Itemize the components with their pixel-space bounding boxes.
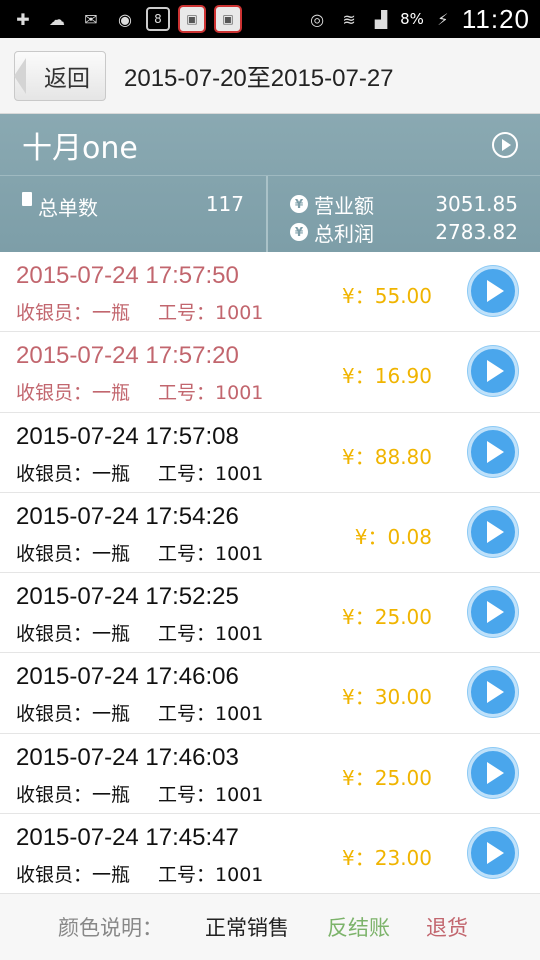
signal-icon: ▟ [374, 9, 388, 29]
order-cashier: 收银员：一瓶 工号：1001 [16, 539, 263, 566]
profit-label: 总利润 [314, 221, 374, 246]
store-row[interactable]: 十月one [0, 114, 540, 176]
wifi-icon: ≋ [342, 9, 356, 29]
order-cashier: 收银员：一瓶 工号：1001 [16, 860, 263, 887]
header-bar: 返回 2015-07-20至2015-07-27 [0, 38, 540, 114]
order-row[interactable]: 2015-07-24 17:46:06 收银员：一瓶 工号：1001 ¥：30.0… [0, 653, 540, 734]
notification-count-icon: 8 [146, 7, 170, 31]
revenue-stat: ¥ 营业额 3051.85 [290, 190, 518, 218]
cashier-name: 收银员：一瓶 [16, 542, 131, 565]
order-amount: ¥：23.00 [342, 846, 432, 871]
order-row[interactable]: 2015-07-24 17:54:26 收银员：一瓶 工号：1001 ¥：0.08 [0, 493, 540, 574]
revenue-label: 营业额 [314, 193, 374, 218]
order-cashier: 收银员：一瓶 工号：1001 [16, 780, 263, 807]
stats-row: 总单数 117 ¥ 营业额 3051.85 ¥ 总利润 2783.82 [0, 176, 540, 252]
revenue-value: 3051.85 [435, 192, 518, 216]
play-circle-icon[interactable] [468, 426, 518, 477]
order-count-stat: 总单数 117 [0, 176, 268, 252]
order-datetime: 2015-07-24 17:46:03 [16, 743, 239, 771]
legend-title: 颜色说明： [58, 916, 163, 940]
order-count-value: 117 [205, 192, 244, 216]
employee-number: 工号：1001 [158, 462, 264, 485]
order-datetime: 2015-07-24 17:45:47 [16, 824, 239, 852]
add-icon: ✚ [16, 9, 30, 29]
summary-panel: 十月one 总单数 117 ¥ 营业额 3051.85 ¥ 总利润 2783.8… [0, 114, 540, 252]
back-button[interactable]: 返回 [14, 50, 106, 101]
eye-icon: ◎ [310, 9, 325, 29]
order-datetime: 2015-07-24 17:46:06 [16, 663, 239, 691]
play-circle-icon[interactable] [468, 266, 518, 316]
employee-number: 工号：1001 [158, 864, 264, 887]
page-title: 2015-07-20至2015-07-27 [124, 65, 394, 92]
order-datetime: 2015-07-24 17:54:26 [16, 502, 239, 530]
order-row[interactable]: 2015-07-24 17:57:50 收银员：一瓶 工号：1001 ¥：55.0… [0, 252, 540, 333]
order-amount: ¥：25.00 [342, 605, 432, 630]
order-list: 2015-07-24 17:57:50 收银员：一瓶 工号：1001 ¥：55.0… [0, 252, 540, 895]
employee-number: 工号：1001 [158, 382, 264, 405]
order-row[interactable]: 2015-07-24 17:52:25 收银员：一瓶 工号：1001 ¥：25.0… [0, 573, 540, 654]
cashier-name: 收银员：一瓶 [16, 623, 131, 646]
battery-charging-icon: ⚡ [437, 9, 449, 29]
order-cashier: 收银员：一瓶 工号：1001 [16, 699, 263, 726]
app-notification-icon-2: ▣ [214, 5, 242, 33]
cashier-name: 收银员：一瓶 [16, 302, 131, 324]
order-cashier: 收银员：一瓶 工号：1001 [16, 619, 263, 646]
cashier-name: 收银员：一瓶 [16, 864, 131, 887]
order-count-label: 总单数 [38, 196, 98, 220]
order-datetime: 2015-07-24 17:57:20 [16, 342, 239, 370]
play-circle-icon[interactable] [468, 747, 518, 798]
employee-number: 工号：1001 [158, 542, 264, 565]
play-circle-icon[interactable] [492, 131, 518, 158]
legend-refund: 退货 [426, 916, 468, 940]
document-icon [22, 192, 32, 206]
order-amount: ¥：55.00 [342, 284, 432, 308]
money-stats: ¥ 营业额 3051.85 ¥ 总利润 2783.82 [268, 176, 540, 252]
profit-stat: ¥ 总利润 2783.82 [290, 218, 518, 246]
store-name: 十月one [22, 130, 138, 166]
battery-percent: 8% [400, 10, 424, 28]
order-cashier: 收银员：一瓶 工号：1001 [16, 378, 263, 405]
weather-icon: ☁ [49, 9, 65, 29]
browser-icon: ◉ [118, 9, 132, 29]
cashier-name: 收银员：一瓶 [16, 462, 131, 485]
cashier-name: 收银员：一瓶 [16, 703, 131, 726]
order-amount: ¥：16.90 [342, 364, 432, 389]
status-bar: ✚ ☁ ✉ ◉ 8 ▣ ▣ ◎ ≋ ▟ 8% ⚡ 11:20 [0, 0, 540, 38]
order-amount: ¥：30.00 [342, 685, 432, 710]
order-cashier: 收银员：一瓶 工号：1001 [16, 298, 263, 325]
color-legend: 颜色说明： 正常销售 反结账 退货 [0, 893, 540, 960]
profit-value: 2783.82 [435, 220, 518, 244]
mail-icon: ✉ [84, 9, 98, 29]
employee-number: 工号：1001 [158, 783, 264, 806]
order-amount: ¥：25.00 [342, 765, 432, 790]
order-datetime: 2015-07-24 17:57:50 [16, 262, 239, 289]
order-row[interactable]: 2015-07-24 17:45:47 收银员：一瓶 工号：1001 ¥：23.0… [0, 814, 540, 895]
order-datetime: 2015-07-24 17:57:08 [16, 422, 239, 450]
clock: 11:20 [461, 3, 530, 34]
order-row[interactable]: 2015-07-24 17:57:08 收银员：一瓶 工号：1001 ¥：88.8… [0, 413, 540, 493]
order-datetime: 2015-07-24 17:52:25 [16, 583, 239, 611]
play-circle-icon[interactable] [468, 828, 518, 879]
play-circle-icon[interactable] [468, 506, 518, 557]
employee-number: 工号：1001 [158, 703, 264, 726]
play-circle-icon[interactable] [468, 346, 518, 397]
legend-normal-sale: 正常销售 [205, 916, 289, 940]
order-amount: ¥：88.80 [342, 444, 432, 469]
order-row[interactable]: 2015-07-24 17:57:20 收银员：一瓶 工号：1001 ¥：16.9… [0, 332, 540, 413]
employee-number: 工号：1001 [158, 302, 264, 324]
order-cashier: 收银员：一瓶 工号：1001 [16, 459, 263, 486]
yen-icon: ¥ [290, 223, 308, 241]
play-circle-icon[interactable] [468, 587, 518, 638]
yen-icon: ¥ [290, 195, 308, 213]
order-amount: ¥：0.08 [354, 524, 432, 549]
legend-reverse-checkout: 反结账 [327, 916, 390, 940]
order-row[interactable]: 2015-07-24 17:46:03 收银员：一瓶 工号：1001 ¥：25.0… [0, 734, 540, 815]
cashier-name: 收银员：一瓶 [16, 783, 131, 806]
cashier-name: 收银员：一瓶 [16, 382, 131, 405]
app-notification-icon: ▣ [178, 5, 206, 33]
employee-number: 工号：1001 [158, 623, 264, 646]
play-circle-icon[interactable] [468, 667, 518, 718]
